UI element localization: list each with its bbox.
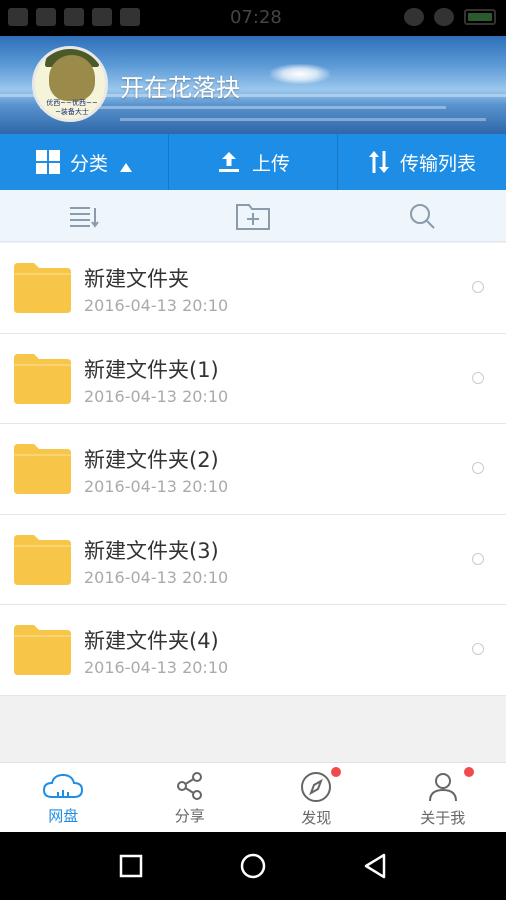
new-folder-button[interactable]	[169, 190, 338, 241]
file-name: 新建文件夹(3)	[84, 538, 219, 563]
transfer-list-button[interactable]: 传输列表	[338, 134, 506, 190]
share-icon	[176, 772, 202, 800]
file-date: 2016-04-13 20:10	[84, 296, 229, 315]
file-row[interactable]: 新建文件夹(1) 2016-04-13 20:10	[0, 333, 506, 424]
usb-icon	[8, 8, 28, 26]
system-icons	[404, 8, 496, 26]
back-icon[interactable]	[363, 853, 387, 879]
discover-badge	[331, 767, 341, 777]
select-radio[interactable]	[472, 281, 484, 293]
sim-icon	[64, 8, 84, 26]
cloud-icon	[43, 773, 84, 798]
file-list: 新建文件夹 2016-04-13 20:10 新建文件夹(1) 2016-04-…	[0, 243, 506, 696]
sort-button[interactable]	[0, 190, 169, 241]
folder-icon	[14, 534, 71, 585]
about-me-badge	[463, 767, 474, 777]
file-row[interactable]: 新建文件夹(3) 2016-04-13 20:10	[0, 514, 506, 605]
file-toolbar	[0, 190, 506, 242]
wechat-icon	[36, 8, 56, 26]
upload-icon	[218, 152, 239, 172]
nav-about-me[interactable]: 关于我	[380, 763, 506, 832]
new-folder-icon	[236, 203, 270, 230]
file-name: 新建文件夹(4)	[84, 629, 219, 653]
bottom-nav: 网盘 分享 发现 关于我	[0, 762, 506, 832]
nav-discover[interactable]: 发现	[253, 763, 380, 832]
file-row[interactable]: 新建文件夹(2) 2016-04-13 20:10	[0, 424, 506, 515]
android-icon	[120, 8, 140, 26]
transfer-list-label: 传输列表	[399, 152, 476, 175]
user-icon	[428, 773, 457, 802]
folder-icon	[14, 625, 71, 675]
alarm-icon	[404, 8, 424, 26]
dropdown-triangle-icon	[120, 162, 132, 172]
nav-share-label: 分享	[174, 807, 205, 825]
select-radio[interactable]	[472, 552, 484, 565]
compass-icon	[301, 772, 332, 802]
home-icon[interactable]	[240, 853, 266, 879]
nav-about-me-label: 关于我	[420, 809, 466, 827]
grid-icon	[35, 150, 60, 174]
file-name: 新建文件夹(2)	[84, 448, 219, 472]
search-icon	[409, 203, 435, 229]
username[interactable]: 开在花落抉	[120, 68, 240, 103]
file-name: 新建文件夹	[84, 267, 189, 291]
avatar-caption: 优西~~优西~~ ~装备大士	[46, 99, 98, 116]
folder-icon	[14, 353, 71, 404]
nav-discover-label: 发现	[301, 809, 332, 827]
profile-header: 优西~~优西~~ ~装备大士 开在花落抉	[0, 36, 506, 134]
notification-icons	[8, 8, 140, 26]
file-row[interactable]: 新建文件夹(4) 2016-04-13 20:10	[0, 605, 506, 696]
folder-icon	[14, 444, 71, 494]
transfer-icon	[368, 151, 389, 173]
battery-icon	[464, 9, 496, 25]
category-button[interactable]: 分类	[0, 134, 169, 190]
download-icon	[92, 8, 112, 26]
system-nav-bar	[0, 832, 506, 900]
nav-share[interactable]: 分享	[127, 763, 254, 832]
header-sun-graphic	[270, 64, 330, 84]
file-date: 2016-04-13 20:10	[84, 386, 229, 406]
select-radio[interactable]	[472, 643, 484, 655]
action-bar: 分类 上传 传输列表	[0, 134, 506, 190]
category-label: 分类	[69, 152, 108, 175]
upload-button[interactable]: 上传	[169, 134, 338, 190]
recent-apps-icon[interactable]	[119, 854, 143, 878]
file-date: 2016-04-13 20:10	[84, 567, 229, 587]
header-wave	[120, 118, 486, 121]
select-radio[interactable]	[472, 371, 484, 384]
nav-netdisk-label: 网盘	[48, 807, 79, 825]
status-time: 07:28	[230, 7, 282, 28]
nav-netdisk[interactable]: 网盘	[0, 763, 127, 832]
avatar[interactable]: 优西~~优西~~ ~装备大士	[32, 46, 108, 122]
file-name: 新建文件夹(1)	[84, 357, 219, 382]
upload-label: 上传	[251, 152, 290, 175]
folder-icon	[14, 263, 71, 313]
file-date: 2016-04-13 20:10	[84, 658, 229, 677]
search-button[interactable]	[337, 190, 506, 241]
status-bar: 07:28	[0, 0, 506, 36]
file-row[interactable]: 新建文件夹 2016-04-13 20:10	[0, 243, 506, 334]
select-radio[interactable]	[472, 462, 484, 474]
file-date: 2016-04-13 20:10	[84, 477, 229, 496]
sort-icon	[70, 206, 100, 228]
wifi-icon	[434, 8, 454, 26]
avatar-face	[49, 55, 95, 101]
